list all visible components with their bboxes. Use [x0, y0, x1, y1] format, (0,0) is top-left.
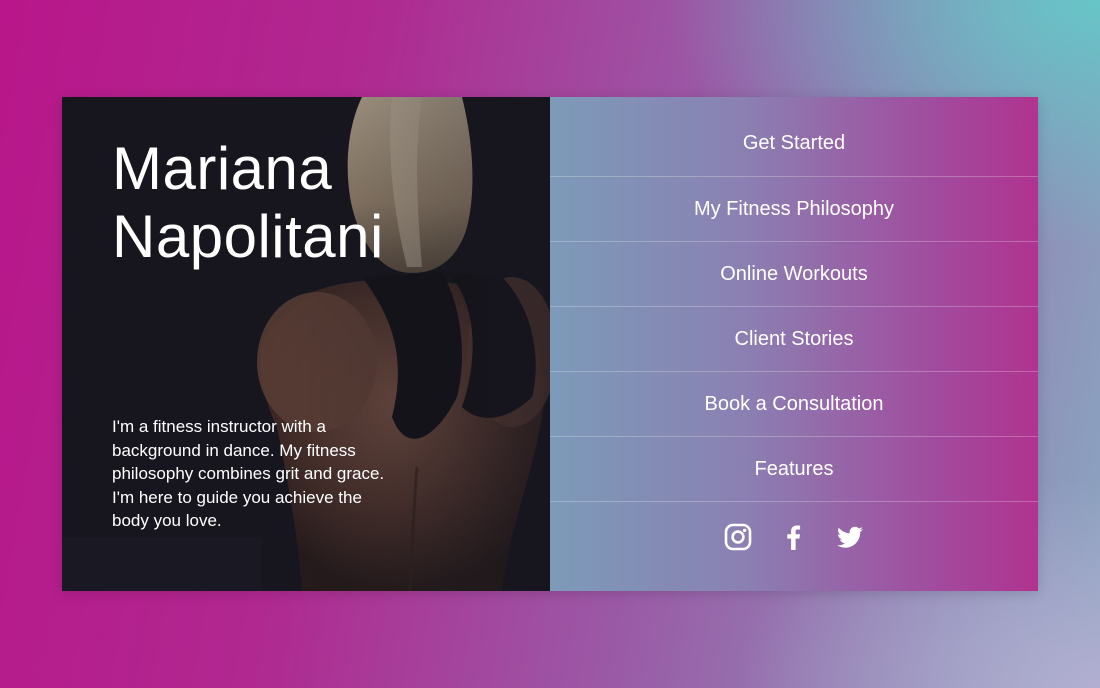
menu-item-book-consultation[interactable]: Book a Consultation — [550, 372, 1038, 437]
twitter-icon[interactable] — [836, 523, 864, 551]
menu-item-client-stories[interactable]: Client Stories — [550, 307, 1038, 372]
menu-item-online-workouts[interactable]: Online Workouts — [550, 242, 1038, 307]
hero-bio: I'm a fitness instructor with a backgrou… — [112, 417, 385, 530]
hero-panel: Mariana Napolitani I'm a fitness instruc… — [62, 97, 550, 591]
hero-last-name: Napolitani — [112, 203, 384, 270]
menu-item-features[interactable]: Features — [550, 437, 1038, 502]
facebook-icon[interactable] — [780, 523, 808, 551]
hero-first-name: Mariana — [112, 135, 333, 202]
menu-item-get-started[interactable]: Get Started — [550, 97, 1038, 177]
hero-name: Mariana Napolitani — [112, 135, 384, 271]
instagram-icon[interactable] — [724, 523, 752, 551]
menu-item-fitness-philosophy[interactable]: My Fitness Philosophy — [550, 177, 1038, 242]
main-menu: Get Started My Fitness Philosophy Online… — [550, 97, 1038, 591]
profile-card: Mariana Napolitani I'm a fitness instruc… — [62, 97, 1038, 591]
social-links — [550, 502, 1038, 572]
